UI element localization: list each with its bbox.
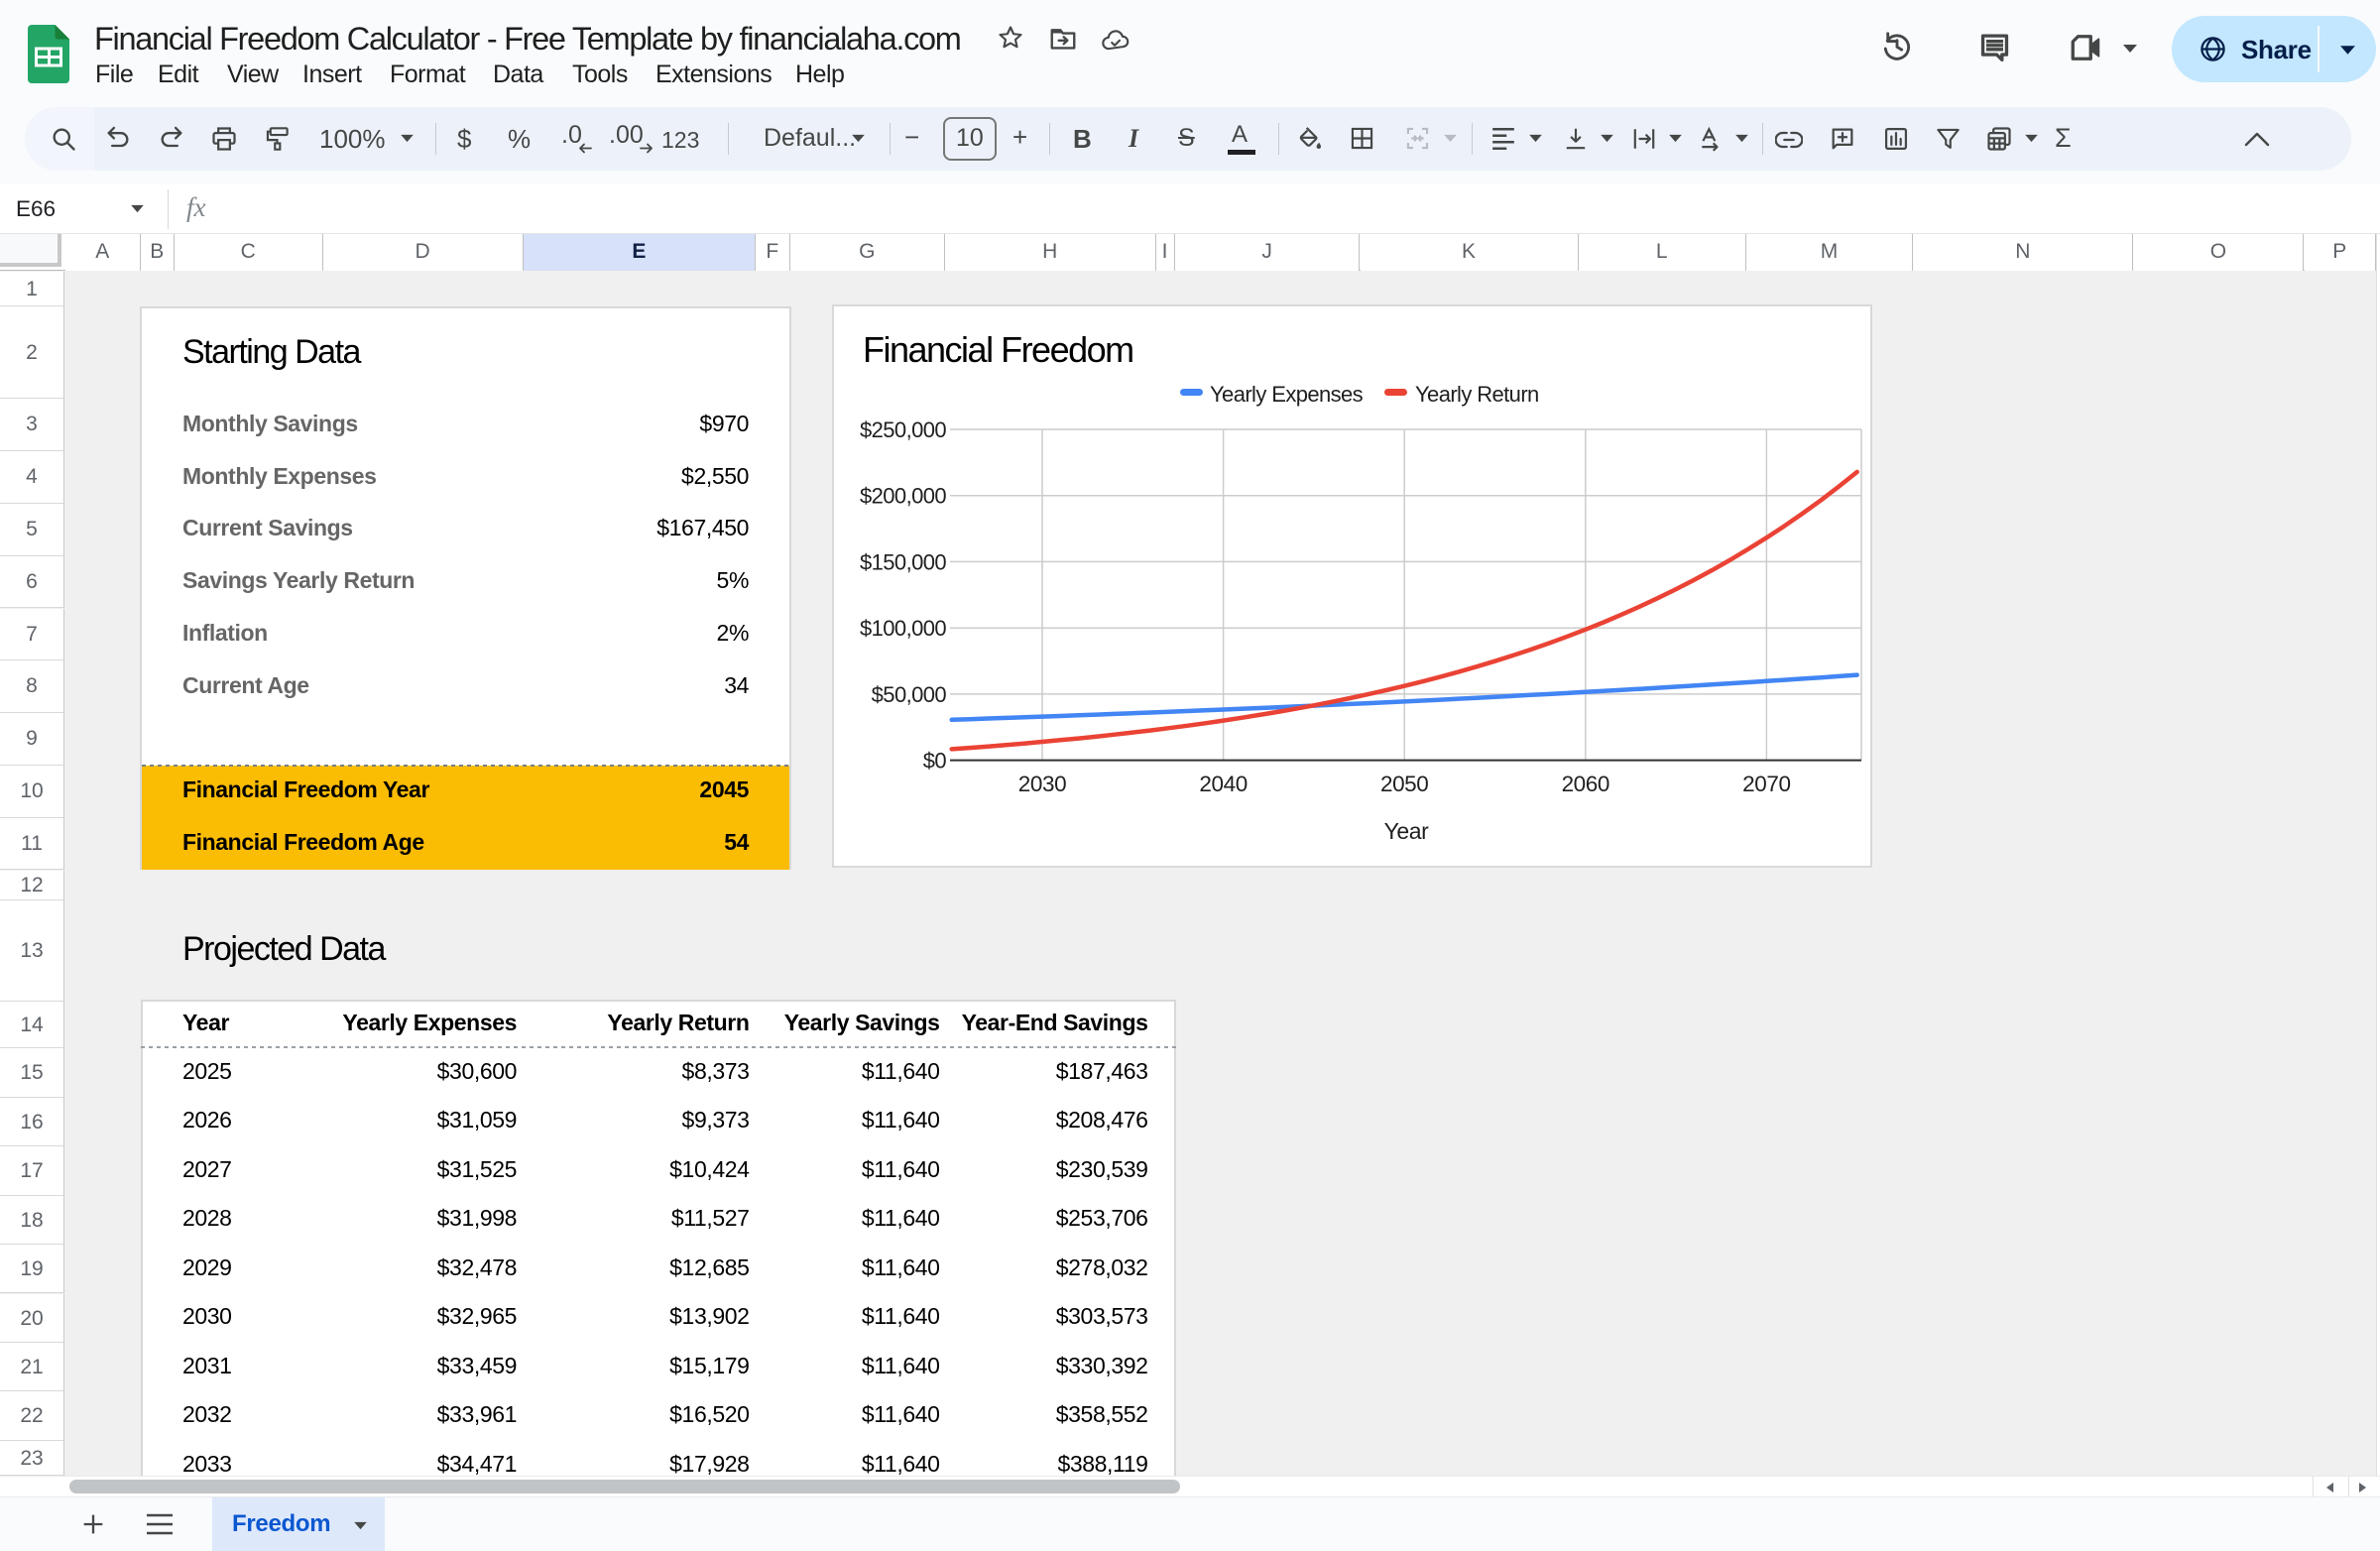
svg-text:$200,000: $200,000 (860, 484, 946, 509)
svg-text:2050: 2050 (1380, 772, 1428, 796)
svg-text:$250,000: $250,000 (860, 418, 946, 442)
svg-text:Yearly Return: Yearly Return (1415, 382, 1539, 407)
svg-text:$0: $0 (923, 749, 947, 774)
svg-text:2030: 2030 (1018, 772, 1066, 796)
svg-text:$100,000: $100,000 (860, 616, 946, 641)
svg-text:2060: 2060 (1562, 772, 1609, 796)
svg-text:2040: 2040 (1199, 772, 1247, 796)
svg-text:Year: Year (1384, 818, 1430, 844)
svg-text:$50,000: $50,000 (872, 682, 947, 707)
svg-text:$150,000: $150,000 (860, 549, 946, 574)
svg-text:2070: 2070 (1742, 772, 1790, 796)
svg-text:Financial Freedom: Financial Freedom (863, 329, 1133, 370)
svg-text:Yearly Expenses: Yearly Expenses (1210, 382, 1364, 407)
